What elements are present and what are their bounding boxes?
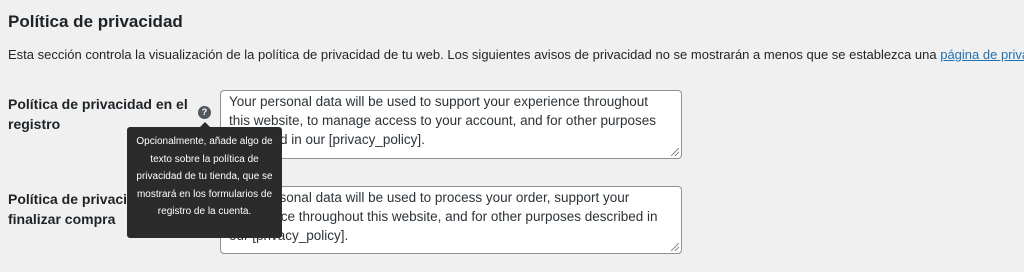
checkout-privacy-text: Your personal data will be used to proce… [229,190,658,243]
question-circle-icon[interactable]: ? [198,106,211,119]
privacy-settings-page: Política de privacidad Esta sección cont… [0,0,1024,272]
registration-privacy-text: Your personal data will be used to suppo… [229,94,656,147]
checkout-privacy-textarea[interactable]: Your personal data will be used to proce… [220,186,682,254]
registration-privacy-textarea[interactable]: Your personal data will be used to suppo… [220,90,682,159]
resize-handle-icon[interactable] [671,148,679,156]
description-text: Esta sección controla la visualización d… [8,47,941,62]
privacy-page-link[interactable]: página de privacidad [940,47,1024,62]
resize-handle-icon[interactable] [671,243,679,251]
section-title: Política de privacidad [8,12,183,31]
help-tooltip: Opcionalmente, añade algo de texto sobre… [127,122,282,238]
section-description: Esta sección controla la visualización d… [8,47,1024,62]
